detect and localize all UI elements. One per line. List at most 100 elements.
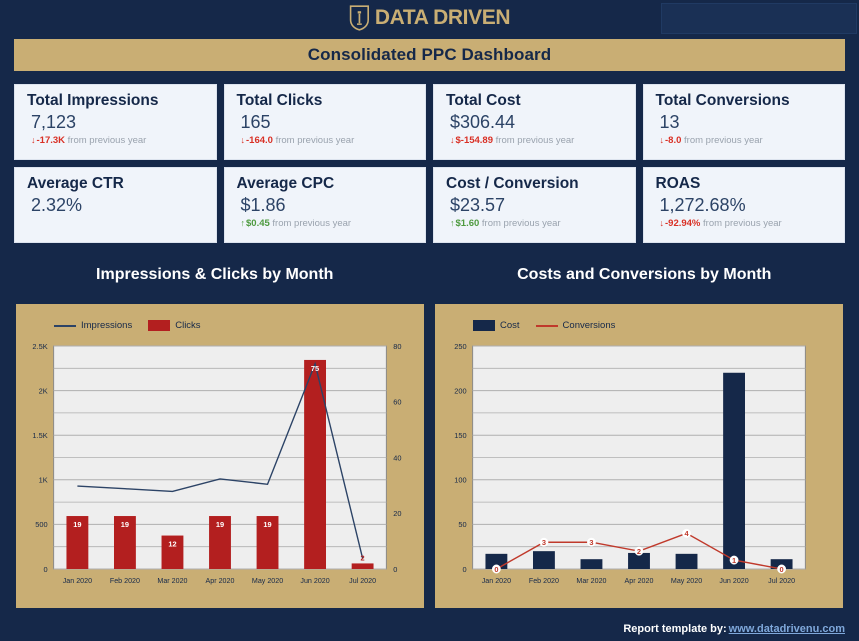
svg-text:Jul 2020: Jul 2020: [349, 577, 376, 585]
svg-text:12: 12: [168, 540, 176, 549]
kpi-delta: ↓-8.0 from previous year: [656, 135, 833, 146]
footer: Report template by: www.datadrivenu.com: [623, 623, 845, 635]
arrow-down-icon: ↓: [31, 135, 36, 146]
brand-logo: DATA DRIVEN: [349, 5, 511, 31]
svg-text:Jun 2020: Jun 2020: [300, 577, 329, 585]
dashboard-title-bar: Consolidated PPC Dashboard: [14, 39, 845, 71]
kpi-card-cost-per-conversion[interactable]: Cost / Conversion $23.57 ↑$1.60 from pre…: [433, 167, 636, 243]
svg-text:19: 19: [216, 520, 224, 529]
kpi-delta-amount: $-154.89: [455, 135, 494, 147]
kpi-delta-suffix: from previous year: [703, 218, 782, 230]
kpi-delta-amount: -164.0: [246, 135, 273, 147]
svg-text:1.5K: 1.5K: [32, 431, 47, 440]
kpi-delta: ↓-164.0 from previous year: [237, 135, 414, 146]
svg-text:50: 50: [458, 520, 466, 529]
chart-heading-label: Costs and Conversions by Month: [517, 266, 772, 283]
svg-text:2.5K: 2.5K: [32, 342, 47, 351]
page-header: DATA DRIVEN: [0, 0, 859, 38]
chart-plot-costs-conversions: 05010015020025003 32410Jan 2020 Feb 2020 Ma…: [454, 342, 806, 585]
svg-text:19: 19: [263, 520, 271, 529]
kpi-delta-amount: -17.3K: [36, 135, 66, 147]
svg-text:May 2020: May 2020: [671, 577, 702, 585]
svg-text:40: 40: [393, 453, 401, 462]
kpi-delta-suffix: from previous year: [275, 135, 355, 147]
kpi-card-total-clicks[interactable]: Total Clicks 165 ↓-164.0 from previous y…: [223, 84, 426, 160]
svg-text:2K: 2K: [39, 386, 48, 395]
svg-text:200: 200: [454, 386, 466, 395]
footer-url-link[interactable]: www.datadrivenu.com: [729, 623, 845, 635]
svg-text:0: 0: [393, 565, 397, 574]
kpi-title: Total Conversions: [655, 92, 790, 109]
svg-text:Apr 2020: Apr 2020: [625, 577, 654, 585]
svg-text:2: 2: [637, 547, 641, 556]
kpi-title: Total Impressions: [27, 92, 159, 109]
chart-plot-impressions-clicks: 0 500 1K 1.5K 2K 2.5K 0 20 40 60 80 19 19 12 19 19 75 2 Ja…: [32, 342, 401, 585]
kpi-card-total-impressions[interactable]: Total Impressions 7,123 ↓-17.3K from pre…: [14, 84, 217, 160]
kpi-value: $23.57: [450, 194, 506, 215]
chart-headings: Impressions & Clicks by Month Costs and …: [0, 266, 859, 284]
kpi-card-average-ctr[interactable]: Average CTR 2.32%: [14, 167, 217, 243]
kpi-delta-suffix: from previous year: [67, 135, 147, 147]
kpi-title: Average CTR: [27, 175, 124, 192]
kpi-grid: Total Impressions 7,123 ↓-17.3K from pre…: [14, 84, 845, 243]
svg-text:150: 150: [454, 431, 466, 440]
kpi-card-roas[interactable]: ROAS 1,272.68% ↓-92.94% from previous ye…: [642, 167, 845, 243]
svg-text:500: 500: [35, 520, 47, 529]
chart-costs-conversions[interactable]: Cost Conversions 0 50 100 150 200 250 0 3 3 2 4 1 0 J…: [433, 302, 845, 610]
kpi-value: 165: [240, 111, 271, 132]
svg-text:0: 0: [780, 565, 784, 574]
svg-text:Jul 2020: Jul 2020: [768, 577, 795, 585]
kpi-value: $306.44: [450, 111, 516, 132]
svg-text:Feb 2020: Feb 2020: [110, 577, 140, 585]
kpi-delta-amount: -92.94%: [665, 218, 701, 230]
kpi-title: ROAS: [655, 175, 701, 192]
kpi-delta: ↓-92.94% from previous year: [656, 218, 833, 229]
svg-text:60: 60: [393, 398, 401, 407]
svg-text:Jun 2020: Jun 2020: [719, 577, 748, 585]
svg-text:May 2020: May 2020: [252, 577, 283, 585]
chart-heading-label: Impressions & Clicks by Month: [96, 266, 334, 283]
svg-text:Mar 2020: Mar 2020: [157, 577, 187, 585]
svg-text:3: 3: [589, 538, 593, 547]
kpi-card-total-conversions[interactable]: Total Conversions 13 ↓-8.0 from previous…: [642, 84, 845, 160]
kpi-title: Cost / Conversion: [446, 175, 579, 192]
kpi-delta: ↓$-154.89 from previous year: [446, 135, 623, 146]
kpi-card-average-cpc[interactable]: Average CPC $1.86 ↑$0.45 from previous y…: [223, 167, 426, 243]
chart-impressions-clicks[interactable]: Impressions Clicks 0 500 1K 1.5K 2K 2.5K 0 20 40…: [14, 302, 426, 610]
arrow-up-icon: ↑: [450, 218, 455, 229]
kpi-delta-suffix: from previous year: [684, 135, 763, 147]
chart-heading-impressions-clicks: Impressions & Clicks by Month: [0, 266, 430, 284]
kpi-value: $1.86: [240, 194, 286, 215]
kpi-title: Average CPC: [236, 175, 335, 192]
filter-panel[interactable]: [661, 3, 857, 34]
svg-text:0: 0: [463, 565, 467, 574]
svg-text:2: 2: [361, 553, 365, 562]
arrow-down-icon: ↓: [659, 218, 665, 229]
kpi-title: Total Cost: [446, 92, 521, 109]
svg-text:19: 19: [73, 520, 81, 529]
svg-text:0: 0: [44, 565, 48, 574]
page-title: Consolidated PPC Dashboard: [307, 45, 552, 64]
kpi-delta-suffix: from previous year: [481, 218, 561, 230]
kpi-delta: ↑$1.60 from previous year: [446, 218, 623, 229]
kpi-delta-amount: -8.0: [665, 135, 682, 147]
arrow-down-icon: ↓: [450, 135, 455, 146]
kpi-delta: ↓-17.3K from previous year: [27, 135, 204, 146]
kpi-card-total-cost[interactable]: Total Cost $306.44 ↓$-154.89 from previo…: [433, 84, 636, 160]
dashboard-page: DATA DRIVEN Consolidated PPC Dashboard T…: [0, 0, 859, 641]
svg-text:Jan 2020: Jan 2020: [482, 577, 511, 585]
svg-text:80: 80: [393, 342, 401, 351]
arrow-up-icon: ↑: [240, 218, 246, 229]
svg-text:3: 3: [542, 538, 546, 547]
brand-name: DATA DRIVEN: [374, 6, 511, 29]
kpi-delta: ↑$0.45 from previous year: [237, 218, 414, 229]
kpi-value: 1,272.68%: [659, 194, 746, 215]
shield-torch-icon: [349, 5, 369, 31]
svg-text:19: 19: [121, 520, 129, 529]
footer-prefix: Report template by:: [623, 623, 727, 635]
svg-text:75: 75: [311, 364, 319, 373]
kpi-delta-amount: $0.45: [246, 218, 270, 230]
charts-row: Impressions Clicks 0 500 1K 1.5K 2K 2.5K 0 20 40…: [14, 302, 845, 610]
kpi-delta-suffix: from previous year: [272, 218, 352, 230]
svg-text:1K: 1K: [39, 476, 48, 485]
